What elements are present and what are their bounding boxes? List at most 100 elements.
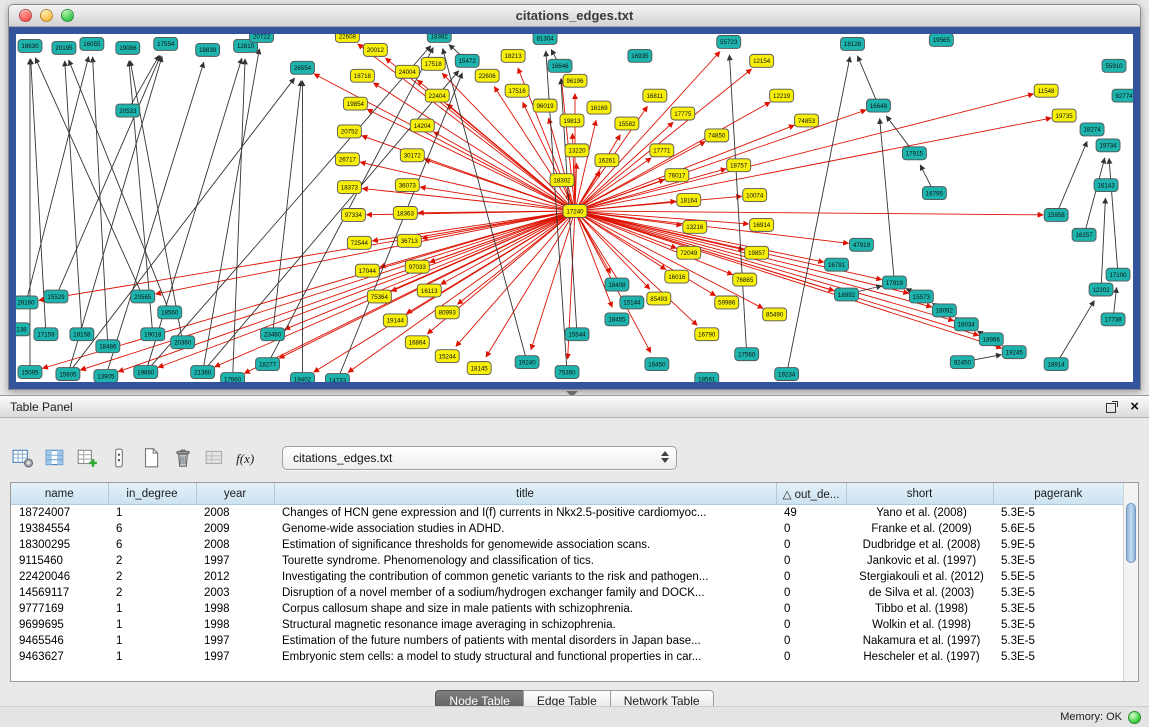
graph-node[interactable]: 59986 [715,296,739,309]
table-cell[interactable]: 5.9E-5 [993,537,1123,553]
graph-edge[interactable] [1101,198,1105,289]
table-cell[interactable]: 2009 [196,521,274,537]
graph-node[interactable]: 15905 [56,368,80,381]
graph-node[interactable]: 18158 [70,328,94,341]
graph-node[interactable]: 16257 [1072,228,1096,241]
table-cell[interactable]: 1998 [196,601,274,617]
table-cell[interactable]: 0 [776,601,846,617]
table-cell[interactable]: Yano et al. (2008) [846,505,993,522]
graph-node[interactable]: 12154 [750,54,774,67]
table-row[interactable]: 1872400712008Changes of HCN gene express… [11,505,1123,522]
graph-node[interactable]: 18718 [350,69,374,82]
graph-node[interactable]: 17518 [421,57,445,70]
table-cell[interactable]: 1997 [196,553,274,569]
graph-node[interactable]: 20360 [171,336,195,349]
graph-edge[interactable] [26,56,89,302]
table-cell[interactable]: 0 [776,521,846,537]
table-cell[interactable]: 0 [776,633,846,649]
graph-node[interactable]: 75364 [367,290,391,303]
graph-node[interactable]: 15582 [615,117,639,130]
table-cell[interactable]: 2003 [196,585,274,601]
table-cell[interactable]: 5.3E-5 [993,505,1123,522]
graph-edge[interactable] [215,211,575,367]
graph-edge[interactable] [233,59,245,379]
graph-node[interactable]: 18382 [427,34,451,42]
graph-node[interactable]: 19860 [134,366,158,379]
graph-node[interactable]: 19144 [383,314,407,327]
table-cell[interactable]: Disruption of a novel member of a sodium… [274,585,776,601]
graph-node[interactable]: 15144 [620,296,644,309]
table-cell[interactable]: 0 [776,569,846,585]
graph-node[interactable]: 17240 [563,205,587,218]
table-row[interactable]: 2242004622012Investigating the contribut… [11,569,1123,585]
graph-node[interactable]: 36073 [395,179,419,192]
graph-node[interactable]: 19857 [745,246,769,259]
table-cell[interactable]: 9463627 [11,649,108,665]
table-cell[interactable]: Tibbo et al. (1998) [846,601,993,617]
graph-node[interactable]: 16935 [628,49,652,62]
graph-edge[interactable] [857,56,878,106]
graph-node[interactable]: 15573 [909,290,933,303]
graph-node[interactable]: 97334 [341,208,365,221]
graph-node[interactable]: 22608 [335,34,359,42]
graph-node[interactable]: 81304 [533,34,557,44]
table-cell[interactable]: 1 [108,633,196,649]
table-cell[interactable]: 5.3E-5 [993,649,1123,665]
graph-node[interactable]: 17044 [355,264,379,277]
column-header-in-degree[interactable]: in_degree [108,483,196,505]
graph-node[interactable]: 10074 [743,189,767,202]
table-cell[interactable]: 6 [108,521,196,537]
table-cell[interactable]: Investigating the contribution of common… [274,569,776,585]
graph-node[interactable]: 17100 [1106,268,1130,281]
graph-edge[interactable] [1056,301,1094,365]
graph-node[interactable]: 47919 [850,238,874,251]
table-cell[interactable]: 0 [776,553,846,569]
column-header-title[interactable]: title [274,483,776,505]
graph-node[interactable]: 16646 [548,59,572,72]
graph-node[interactable]: 18302 [550,174,574,187]
graph-node[interactable]: 18561 [695,373,719,382]
graph-node[interactable]: 23460 [261,328,285,341]
memory-status-button[interactable] [1128,711,1141,724]
graph-edge[interactable] [1109,158,1118,274]
table-cell[interactable]: 2008 [196,537,274,553]
graph-node[interactable]: 18092 [932,304,956,317]
graph-edge[interactable] [575,211,1002,348]
table-row[interactable]: 911546021997Tourette syndrome. Phenomeno… [11,553,1123,569]
table-cell[interactable]: Estimation of significance thresholds fo… [274,537,776,553]
graph-node[interactable]: 18630 [18,39,42,52]
graph-node[interactable]: 74850 [705,129,729,142]
table-row[interactable]: 1938455462009Genome-wide association stu… [11,521,1123,537]
table-cell[interactable]: 5.5E-5 [993,569,1123,585]
graph-node[interactable]: 16811 [643,89,667,102]
graph-node[interactable]: 17159 [34,328,58,341]
graph-node[interactable]: 18455 [605,313,629,326]
add-rows-button[interactable] [74,445,100,471]
network-graph-canvas[interactable]: 18630 20195 16055 19086 17554 18839 1261… [16,34,1133,382]
table-cell[interactable]: Hescheler et al. (1997) [846,649,993,665]
graph-node[interactable]: 16790 [695,328,719,341]
table-cell[interactable]: Genome-wide association studies in ADHD. [274,521,776,537]
column-header-pagerank[interactable]: pagerank [993,483,1123,505]
graph-edge[interactable] [39,211,575,300]
graph-node[interactable]: 72544 [347,236,371,249]
table-cell[interactable]: 5.6E-5 [993,521,1123,537]
graph-edge[interactable] [1084,158,1105,235]
graph-node[interactable]: 36713 [397,234,421,247]
table-cell[interactable]: Tourette syndrome. Phenomenology and cla… [274,553,776,569]
graph-node[interactable]: 20195 [52,41,76,54]
graph-node[interactable]: 19854 [343,97,367,110]
graph-node[interactable]: 18145 [467,362,491,375]
table-cell[interactable]: Franke et al. (2009) [846,521,993,537]
create-column-button[interactable] [106,445,132,471]
graph-node[interactable]: 16648 [866,99,890,112]
graph-node[interactable]: 16169 [587,101,611,114]
table-cell[interactable]: 2012 [196,569,274,585]
zoom-window-button[interactable] [61,9,74,22]
graph-node[interactable]: 17516 [505,84,529,97]
graph-edge[interactable] [1056,141,1087,215]
table-cell[interactable]: 0 [776,585,846,601]
graph-node[interactable]: 72049 [677,246,701,259]
graph-node[interactable]: 96019 [533,99,557,112]
graph-node[interactable]: 18274 [1080,123,1104,136]
